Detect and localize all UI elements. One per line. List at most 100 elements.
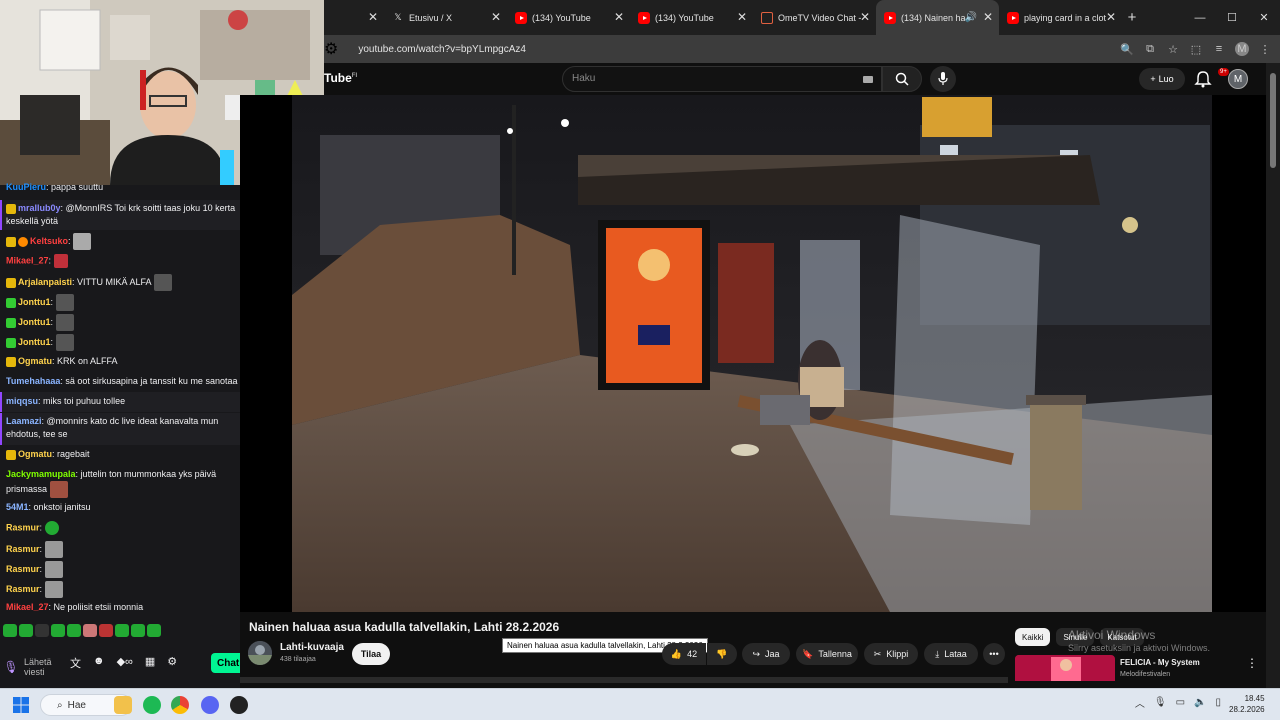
tray-chevron-icon[interactable]: ︿ [1135,695,1145,710]
store-icon[interactable]: ▦ [145,655,155,671]
emote-icon[interactable] [131,624,145,637]
emote-icon[interactable] [99,624,113,637]
dislike-button[interactable]: 👎 [707,643,737,665]
address-bar[interactable]: youtube.com/watch?v=bpYLmpgcAz4 [342,38,1120,60]
chat-username[interactable]: Mikael_27 [6,255,49,265]
chat-send-button[interactable]: Chat [211,653,240,673]
subscribe-button[interactable]: Tilaa [352,643,390,665]
browser-tab[interactable]: ✕ [324,0,384,35]
emote-picker-icon[interactable]: ☻ [93,655,105,671]
vertical-scrollbar[interactable] [1266,63,1280,688]
chat-username[interactable]: Rasmur [6,522,40,532]
chat-input[interactable]: 🎙 Lähetä viesti [3,656,64,678]
maximize-icon[interactable]: ☐ [1216,0,1248,35]
minimize-icon[interactable]: — [1184,0,1216,35]
scrollbar-thumb[interactable] [1270,73,1276,168]
browser-tab-youtube[interactable]: (134) YouTube ✕ [630,0,753,35]
save-button[interactable]: 🔖 Tallenna [796,643,858,665]
speaker-icon[interactable]: 🔊 [965,12,977,23]
extensions-icon[interactable]: ⬚ [1189,43,1203,56]
chat-username[interactable]: mrallub0y [18,203,61,213]
chat-username[interactable]: KuuPieru [6,182,46,192]
chat-username[interactable]: miqqsu [6,396,38,406]
browser-tab-youtube[interactable]: playing card in a clot ✕ [999,0,1122,35]
keyboard-icon[interactable] [863,76,873,83]
youtube-logo[interactable]: TubeFI [324,71,357,85]
search-button[interactable] [882,66,922,92]
obs-icon[interactable] [230,696,248,714]
emote-icon[interactable] [35,624,49,637]
chat-username[interactable]: Jonttu1 [18,317,51,327]
close-tab-icon[interactable]: ✕ [1106,10,1116,24]
browser-tab-youtube[interactable]: (134) YouTube ✕ [507,0,630,35]
chat-username[interactable]: Jonttu1 [18,337,51,347]
bookmark-star-icon[interactable]: ☆ [1166,43,1180,56]
emote-icon[interactable] [115,624,129,637]
emote-icon[interactable] [19,624,33,637]
close-tab-icon[interactable]: ✕ [983,10,993,24]
download-button[interactable]: ⤓ Lataa [924,643,978,665]
file-explorer-icon[interactable] [114,696,132,714]
chat-username[interactable]: Ogmatu [18,449,52,459]
emote-icon[interactable] [51,624,65,637]
close-window-icon[interactable]: ✕ [1248,0,1280,35]
windows-start-icon[interactable] [13,697,29,713]
close-tab-icon[interactable]: ✕ [737,10,747,24]
create-button[interactable]: + Luo [1139,68,1185,90]
chat-username[interactable]: 54M1 [6,502,29,512]
emote-icon[interactable] [3,624,17,637]
like-button[interactable]: 👍 42 [662,643,706,665]
bits-icon[interactable]: ◆∞ [117,655,133,671]
browser-tab-x[interactable]: 𝕏 Etusivu / X ✕ [384,0,507,35]
media-controls-icon[interactable]: ≡ [1212,43,1226,55]
chat-username[interactable]: Rasmur [6,584,40,594]
microphone-tray-icon[interactable]: 🎙 [1154,697,1167,708]
emote-icon[interactable] [147,624,161,637]
spotify-icon[interactable] [143,696,161,714]
chat-username[interactable]: Laamazi [6,416,42,426]
emote-icon[interactable] [67,624,81,637]
chat-username[interactable]: Ogmatu [18,356,52,366]
taskbar-clock[interactable]: 18.45 28.2.2026 [1229,693,1265,715]
battery-icon[interactable]: ▯ [1215,697,1221,708]
channel-name[interactable]: Lahti-kuvaaja [280,642,344,653]
voice-search-button[interactable] [930,66,956,92]
search-input[interactable]: Haku [562,66,882,92]
close-tab-icon[interactable]: ✕ [860,10,870,24]
translate-icon[interactable]: 文 [70,655,81,671]
browser-tab-ometv[interactable]: OmeTV Video Chat - ✕ [753,0,876,35]
chat-username[interactable]: Jonttu1 [18,297,51,307]
horizontal-scrollbar[interactable] [240,677,1008,683]
chat-username[interactable]: Rasmur [6,544,40,554]
channel-avatar[interactable] [248,641,272,665]
chrome-icon[interactable] [171,696,189,714]
recommended-video-thumbnail[interactable] [1015,655,1115,681]
chip-all[interactable]: Kaikki [1015,628,1051,646]
menu-dots-icon[interactable]: ⋮ [1258,43,1272,56]
close-tab-icon[interactable]: ✕ [368,10,378,24]
close-tab-icon[interactable]: ✕ [491,10,501,24]
youtube-avatar[interactable]: M [1228,69,1248,89]
volume-icon[interactable]: 🔈 [1194,697,1206,708]
profile-avatar[interactable]: M [1235,42,1249,56]
chat-username[interactable]: Keltsuko [30,236,68,246]
notifications-bell-icon[interactable] [1194,70,1212,88]
new-tab-button[interactable]: + [1122,9,1142,26]
discord-icon[interactable] [201,696,219,714]
chat-username[interactable]: Arjalanpaisti [18,277,72,287]
clip-button[interactable]: ✂ Klippi [864,643,918,665]
recommended-more-icon[interactable]: ⋮ [1246,656,1258,670]
recommended-video-title[interactable]: FELICIA - My System [1120,658,1200,667]
microphone-icon[interactable]: 🎙 [3,656,18,678]
browser-tab-active[interactable]: (134) Nainen halu 🔊 ✕ [876,0,999,35]
close-tab-icon[interactable]: ✕ [614,10,624,24]
video-player[interactable] [240,95,1266,612]
share-button[interactable]: ↪ Jaa [742,643,790,665]
emote-icon[interactable] [83,624,97,637]
network-icon[interactable]: ▭ [1176,697,1185,708]
chat-username[interactable]: Rasmur [6,564,40,574]
more-actions-button[interactable]: ••• [983,643,1005,665]
install-app-icon[interactable]: ⧉ [1143,43,1157,56]
site-settings-icon[interactable]: ⚙ [324,39,338,59]
chat-username[interactable]: Jackymamupala [6,469,76,479]
